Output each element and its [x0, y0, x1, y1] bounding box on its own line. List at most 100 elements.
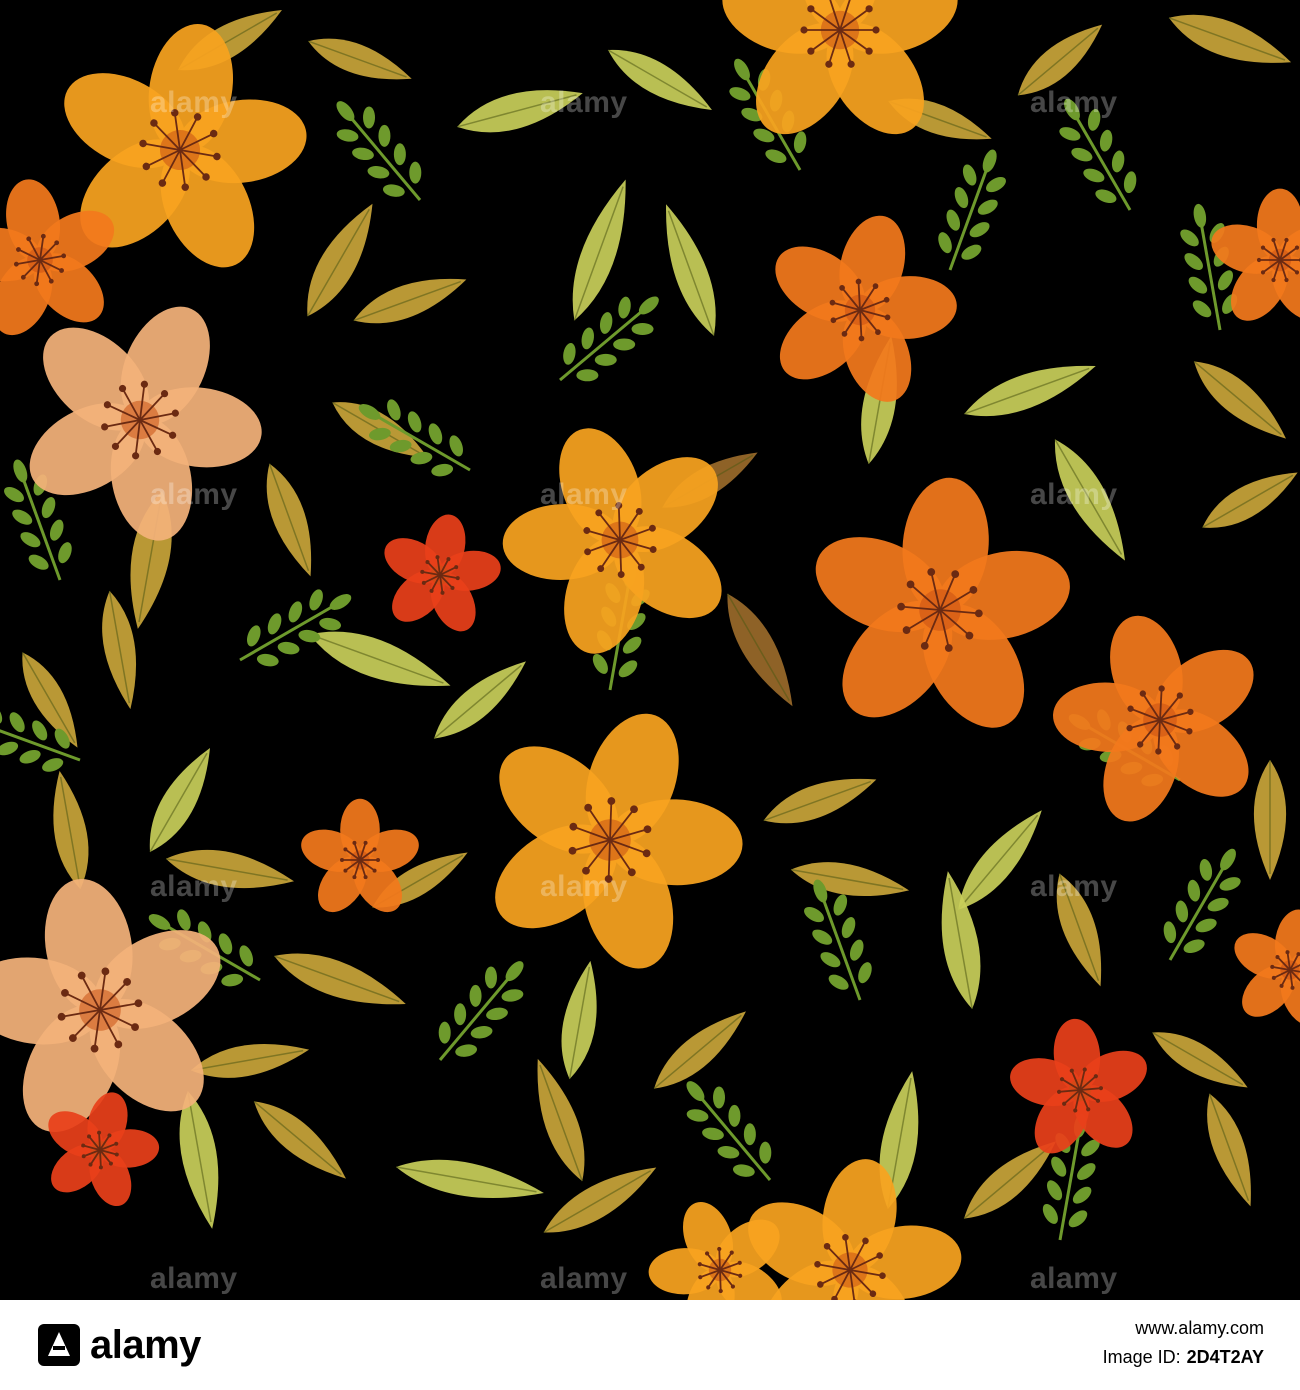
sprig-bud [484, 966, 497, 989]
sprig-bud [977, 199, 998, 215]
sprig-bud [1219, 877, 1241, 891]
sprig-bud [713, 1086, 726, 1109]
leaf-vein [963, 1144, 1052, 1220]
sprig-bud [563, 342, 576, 365]
anther [865, 5, 873, 13]
sprig-bud [0, 704, 3, 724]
sprig-bud [41, 497, 56, 519]
sprig-bud [239, 945, 253, 967]
sprig-bud [954, 187, 969, 209]
leaf [790, 862, 910, 897]
anther [1284, 237, 1289, 243]
sprig-bud [428, 423, 443, 445]
sprig-bud [19, 749, 41, 764]
sprig-bud [1192, 300, 1212, 318]
leaf-shape [1202, 472, 1298, 528]
sprig-bud [20, 532, 41, 548]
sprig-bud [759, 1141, 772, 1164]
sprig-bud [833, 894, 848, 916]
sprig-bud [1199, 858, 1213, 881]
sprig-bud [702, 1127, 724, 1141]
sprig-bud [946, 209, 961, 231]
sprig-bud [1072, 1186, 1092, 1204]
sprig-bud [986, 177, 1006, 193]
sprig-bud [743, 1123, 756, 1146]
anther [847, 60, 855, 68]
sprig-bud [1217, 270, 1234, 291]
leaf [763, 778, 877, 824]
leaf-vein [653, 1014, 742, 1090]
leaf-vein [21, 651, 76, 744]
sprig-bud [409, 161, 422, 184]
sprig-bud [58, 542, 72, 564]
flower [775, 215, 957, 402]
sprig-bud [469, 984, 482, 1007]
leaf [190, 1043, 310, 1078]
anther [1294, 245, 1300, 250]
anther [872, 26, 880, 34]
sprig-bud [449, 435, 463, 457]
sprig [336, 101, 422, 201]
sprig-bud [1064, 98, 1080, 121]
sprig-bud [309, 589, 323, 611]
anther [372, 868, 377, 873]
sprig-bud [9, 712, 25, 733]
sprig-bud [717, 1146, 740, 1159]
sprig-bud [1051, 1156, 1067, 1177]
sprig-bud [793, 131, 807, 154]
alamy-logo-icon [38, 1324, 80, 1366]
sprig-bud [277, 641, 300, 655]
sprig-bud [969, 222, 990, 238]
leaf-vein [543, 1170, 652, 1234]
sprig-bud [1175, 900, 1189, 923]
sprig-bud [0, 741, 19, 756]
sprig-bud [613, 338, 636, 351]
sprig-bud [49, 519, 64, 541]
leaf [353, 278, 467, 324]
sprig-bud [1123, 171, 1137, 194]
leaf [726, 593, 793, 707]
sprig-bud [4, 487, 24, 503]
leaf [273, 953, 406, 1005]
image-id: 2D4T2AY [1186, 1347, 1264, 1367]
sprig-bud [849, 939, 864, 961]
leaf-vein [1017, 27, 1099, 96]
sprig-bud [1220, 848, 1236, 871]
sprig-bud [470, 1026, 493, 1039]
sprig-bud [1188, 276, 1208, 294]
anther [807, 47, 815, 55]
sprig-bud [267, 613, 282, 635]
sprig-bud [1207, 897, 1229, 912]
image-id-label: Image ID: [1102, 1347, 1181, 1367]
anther [340, 858, 344, 862]
anther [807, 5, 815, 13]
watercolor-flowers-svg [0, 0, 1300, 1300]
sprig-bud [734, 58, 750, 81]
leaf-vein [957, 814, 1039, 911]
flower [495, 713, 743, 969]
leaf [653, 1011, 746, 1090]
sprig-bud [618, 296, 631, 319]
sprig-bud [1183, 939, 1205, 953]
sprig-bud [319, 617, 342, 631]
leaf [433, 661, 526, 740]
leaf [253, 1100, 346, 1179]
sprig-bud [1193, 203, 1207, 228]
anther [865, 47, 873, 55]
sprig-bud [431, 463, 454, 477]
sprig-bud [1071, 147, 1093, 162]
alamy-logo[interactable]: alamy [36, 1316, 201, 1374]
stock-url[interactable]: www.alamy.com [1103, 1318, 1264, 1339]
sprig-bud [438, 1021, 451, 1044]
anther [1256, 257, 1262, 263]
anther [363, 875, 368, 880]
leaf [53, 770, 89, 890]
sprig-bud [486, 1007, 508, 1021]
stock-footer: alamy www.alamy.com Image ID: 2D4T2AY [0, 1300, 1300, 1390]
leaf [1056, 873, 1102, 987]
leaf [543, 1167, 657, 1234]
leaf-vein [1054, 439, 1123, 555]
sprig-bud [407, 411, 422, 433]
sprig [239, 589, 352, 667]
leaf [308, 38, 412, 80]
